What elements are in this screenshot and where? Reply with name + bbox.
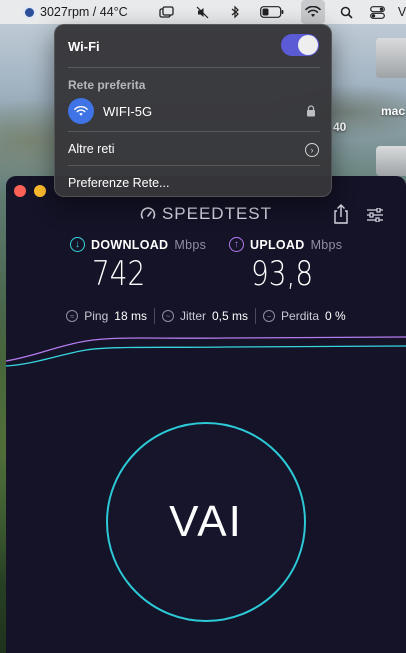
download-arrow-icon: ↓ (70, 237, 85, 252)
download-unit: Mbps (174, 237, 207, 252)
fan-icon[interactable] (22, 0, 36, 24)
wifi-menu: Wi-Fi Rete preferita WIFI-5G Altre reti … (54, 24, 332, 197)
loss-value: 0 % (325, 309, 346, 323)
jitter-icon: ~ (161, 310, 174, 322)
upload-header: ↑ UPLOAD Mbps (229, 237, 342, 252)
battery-icon[interactable] (259, 0, 285, 24)
download-value: 742 (92, 254, 146, 294)
wifi-icon[interactable] (301, 0, 325, 24)
drive-icon[interactable] (376, 38, 406, 78)
upload-value: 93,8 (251, 254, 314, 294)
download-header: ↓ DOWNLOAD Mbps (70, 237, 206, 252)
jitter-stat: ~ Jitter 0,5 ms (155, 309, 255, 323)
speed-graph (6, 336, 406, 367)
upload-unit: Mbps (310, 237, 343, 252)
drive-icon-2[interactable] (376, 146, 406, 176)
settings-sliders-icon[interactable] (366, 207, 384, 223)
jitter-label: Jitter (179, 309, 206, 323)
window-icon[interactable] (156, 0, 176, 24)
speedtest-window: SPEEDTEST ↓ DOWNLOAD Mbps 742 ↑ UPLOAD M… (6, 176, 406, 653)
ping-icon: ≈ (66, 310, 79, 322)
menu-overflow-text: V (397, 5, 406, 19)
network-preferences-item[interactable]: Preferenze Rete... (68, 176, 169, 190)
search-icon[interactable] (338, 0, 354, 24)
packet-loss-icon: − (263, 310, 276, 322)
desktop-number-label: 40 (333, 120, 347, 134)
network-item-wifi-5g[interactable]: WIFI-5G (68, 98, 320, 124)
fan-status-text[interactable]: 3027rpm / 44°C (40, 0, 128, 24)
minimize-window-button[interactable] (34, 185, 46, 197)
wifi-toggle[interactable] (281, 34, 319, 56)
upload-arrow-icon: ↑ (229, 237, 244, 252)
control-center-icon[interactable] (368, 0, 386, 24)
network-name: WIFI-5G (103, 103, 153, 119)
ping-value: 18 ms (114, 309, 147, 323)
share-icon[interactable] (332, 204, 350, 224)
go-button[interactable]: VAI (106, 422, 306, 622)
download-label: DOWNLOAD (91, 237, 169, 252)
speedtest-logo-text: SPEEDTEST (161, 204, 273, 223)
preferred-network-heading: Rete preferita (68, 78, 146, 92)
loss-stat: − Perdita 0 % (256, 309, 353, 323)
bluetooth-icon[interactable] (228, 0, 242, 24)
divider (68, 165, 320, 166)
upload-graph-line (6, 336, 406, 362)
divider (68, 67, 320, 68)
lock-icon (307, 105, 315, 117)
jitter-value: 0,5 ms (212, 309, 249, 323)
download-graph-line (6, 345, 406, 367)
speedometer-icon (140, 207, 156, 219)
drive-label: mac (381, 104, 406, 118)
ping-label: Ping (84, 309, 109, 323)
upload-label: UPLOAD (250, 237, 305, 252)
divider (68, 131, 320, 132)
chevron-right-icon[interactable]: › (305, 143, 319, 157)
other-networks-item[interactable]: Altre reti (68, 142, 115, 156)
ping-stat: ≈ Ping 18 ms (59, 309, 154, 323)
wifi-menu-title: Wi-Fi (68, 39, 100, 54)
close-window-button[interactable] (14, 185, 26, 197)
loss-label: Perdita (281, 309, 320, 323)
menu-bar: 3027rpm / 44°C V (0, 0, 406, 24)
wifi-icon (68, 98, 94, 124)
latency-stats: ≈ Ping 18 ms ~ Jitter 0,5 ms − Perdita 0… (6, 308, 406, 324)
mute-icon[interactable] (194, 0, 210, 24)
